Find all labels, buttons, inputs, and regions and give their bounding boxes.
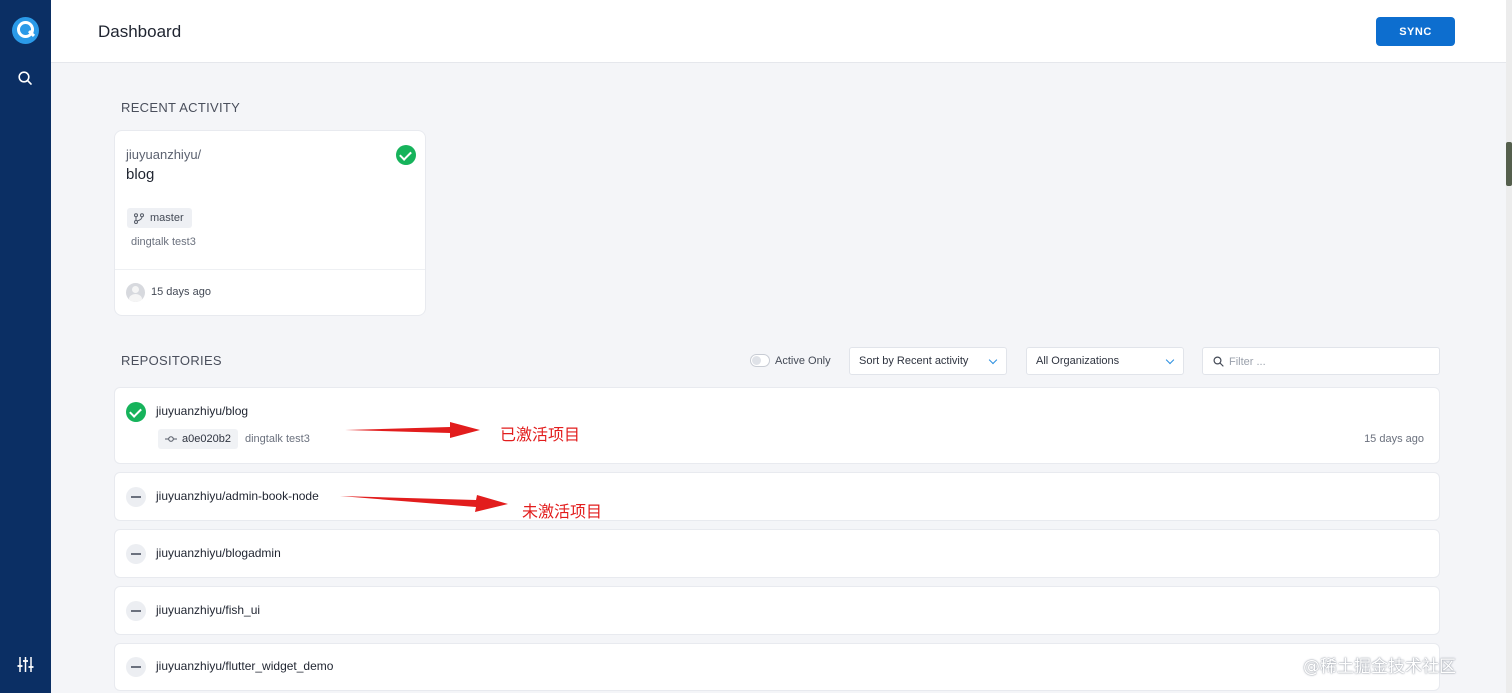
- filter-box[interactable]: [1202, 347, 1440, 375]
- recent-activity-card[interactable]: jiuyuanzhiyu/ blog master dingtalk test3…: [114, 130, 426, 316]
- card-divider: [115, 269, 425, 270]
- repo-name[interactable]: jiuyuanzhiyu/flutter_widget_demo: [156, 659, 333, 673]
- active-only-label: Active Only: [775, 355, 831, 367]
- top-header: Dashboard SYNC: [51, 0, 1506, 63]
- avatar: [126, 283, 145, 302]
- inactive-annotation: 未激活项目: [522, 502, 603, 521]
- repo-time: 15 days ago: [1364, 433, 1424, 445]
- dash-icon: [126, 487, 146, 507]
- commit-message: dingtalk test3: [245, 433, 310, 445]
- filter-input[interactable]: [1229, 353, 1429, 370]
- dash-icon: [126, 601, 146, 621]
- repo-row[interactable]: jiuyuanzhiyu/blog a0e020b2 dingtalk test…: [114, 387, 1440, 464]
- sync-button[interactable]: SYNC: [1376, 17, 1455, 46]
- scrollbar-thumb[interactable]: [1506, 142, 1512, 186]
- sort-select-value: Sort by Recent activity: [859, 355, 969, 367]
- search-icon[interactable]: [17, 70, 34, 87]
- branch-icon: [134, 212, 144, 224]
- scrollbar[interactable]: [1506, 0, 1512, 693]
- repo-row[interactable]: jiuyuanzhiyu/blogadmin: [114, 529, 1440, 578]
- watermark: @稀土掘金技术社区: [1303, 657, 1456, 677]
- repositories-title: REPOSITORIES: [121, 353, 222, 368]
- activated-annotation: 已激活项目: [500, 425, 581, 444]
- check-icon: [396, 145, 416, 165]
- recent-activity-title: RECENT ACTIVITY: [121, 100, 241, 115]
- repo-row[interactable]: jiuyuanzhiyu/fish_ui: [114, 586, 1440, 635]
- active-only-toggle[interactable]: [750, 354, 770, 367]
- sidebar: [0, 0, 51, 693]
- repo-name[interactable]: jiuyuanzhiyu/fish_ui: [156, 603, 260, 617]
- dash-icon: [126, 657, 146, 677]
- logo-icon[interactable]: [12, 17, 39, 44]
- annotation-arrow-icon: [345, 422, 480, 438]
- commit-badge: a0e020b2: [158, 429, 238, 449]
- recent-card-owner: jiuyuanzhiyu/: [126, 147, 202, 162]
- chevron-down-icon: [1165, 355, 1175, 365]
- page-title: Dashboard: [98, 22, 182, 41]
- branch-name: master: [150, 212, 184, 224]
- dash-icon: [126, 544, 146, 564]
- settings-sliders-icon[interactable]: [16, 656, 35, 673]
- recent-card-time: 15 days ago: [151, 286, 211, 298]
- branch-badge: master: [127, 208, 192, 228]
- annotation-arrow-icon: [340, 495, 508, 512]
- recent-card-repo[interactable]: blog: [126, 166, 154, 183]
- search-icon: [1213, 356, 1224, 367]
- recent-card-message: dingtalk test3: [131, 236, 196, 248]
- organization-select-value: All Organizations: [1036, 355, 1120, 367]
- repo-row[interactable]: jiuyuanzhiyu/flutter_widget_demo: [114, 643, 1440, 691]
- commit-icon: [165, 436, 177, 442]
- chevron-down-icon: [988, 355, 998, 365]
- repo-name[interactable]: jiuyuanzhiyu/admin-book-node: [156, 489, 319, 503]
- organization-select[interactable]: All Organizations: [1026, 347, 1184, 375]
- repo-row[interactable]: jiuyuanzhiyu/admin-book-node: [114, 472, 1440, 521]
- repo-name[interactable]: jiuyuanzhiyu/blogadmin: [156, 546, 281, 560]
- sort-select[interactable]: Sort by Recent activity: [849, 347, 1007, 375]
- commit-hash: a0e020b2: [182, 433, 231, 445]
- check-icon: [126, 402, 146, 422]
- repo-name[interactable]: jiuyuanzhiyu/blog: [156, 404, 248, 418]
